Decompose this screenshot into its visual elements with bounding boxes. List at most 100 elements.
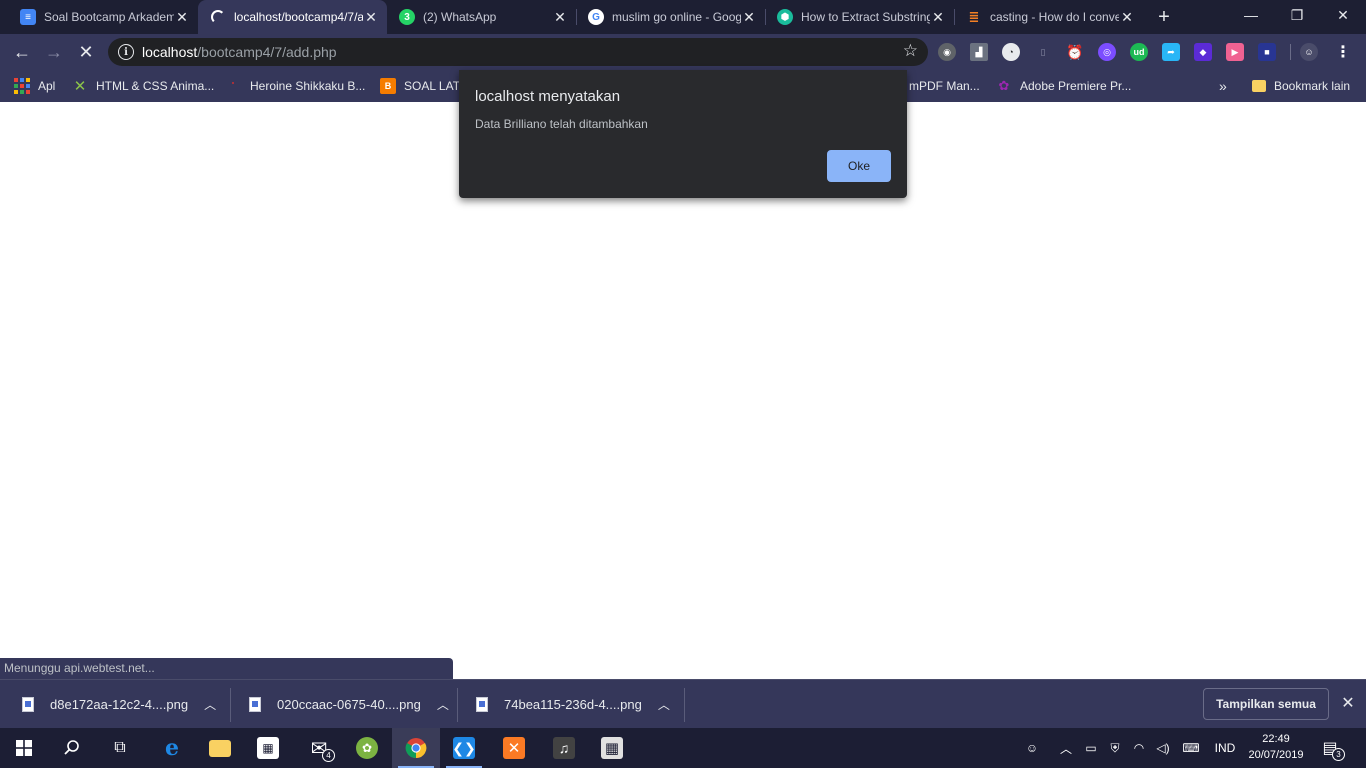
bookmark-other-folder[interactable]: Bookmark lain	[1246, 76, 1360, 96]
download-item[interactable]: 74bea115-236d-4....png ︿	[476, 680, 670, 729]
anime-site-icon: ﾟ	[232, 81, 236, 91]
taskbar-chrome[interactable]	[392, 728, 440, 768]
extension-bookmark-icon[interactable]: ▯	[1034, 43, 1052, 61]
close-icon[interactable]: ✕	[930, 9, 946, 25]
tab-title: (2) WhatsApp	[423, 10, 497, 24]
tray-expand-icon[interactable]: ︿	[1058, 738, 1074, 758]
stop-loading-button[interactable]: ✕	[74, 40, 98, 64]
chevron-up-icon[interactable]: ︿	[658, 696, 670, 713]
extension-circle-icon[interactable]: ◎	[1098, 43, 1116, 61]
taskbar-app-green[interactable]: ✿	[343, 728, 391, 768]
extension-gauge-icon[interactable]: ◔	[1002, 43, 1020, 61]
restore-button[interactable]: ❐	[1274, 0, 1320, 30]
people-icon[interactable]: ☺	[1022, 738, 1042, 758]
bookmark-heroine-shikkaku[interactable]: ﾟ Heroine Shikkaku B...	[226, 76, 365, 96]
close-icon[interactable]: ✕	[552, 9, 568, 25]
taskbar-edge[interactable]: e	[148, 728, 196, 768]
close-icon[interactable]: ✕	[174, 9, 190, 25]
search-button[interactable]	[48, 728, 96, 768]
menu-kebab-icon[interactable]: ⋮	[1334, 43, 1352, 61]
url-text[interactable]: localhost/bootcamp4/7/add.php	[142, 44, 337, 60]
defender-shield-icon[interactable]: ⛨	[1106, 738, 1124, 758]
site-info-icon[interactable]: i	[118, 44, 134, 60]
hexagon-site-icon: ⬢	[777, 9, 793, 25]
dialog-title: localhost menyatakan	[475, 88, 621, 105]
tab-whatsapp[interactable]: 3 (2) WhatsApp ✕	[387, 0, 576, 34]
download-item[interactable]: 020ccaac-0675-40....png ︿	[249, 680, 449, 729]
extension-share-icon[interactable]: ➦	[1162, 43, 1180, 61]
extension-alarm-icon[interactable]: ⏰	[1066, 43, 1084, 61]
bookmark-mpdf[interactable]: mPDF Man...	[909, 76, 980, 96]
taskbar-audio-app[interactable]: ♫	[540, 728, 588, 768]
wifi-icon[interactable]: ◠	[1130, 738, 1148, 758]
chevron-up-icon[interactable]: ︿	[437, 696, 449, 713]
input-language[interactable]: IND	[1210, 738, 1240, 758]
show-all-downloads-button[interactable]: Tampilkan semua	[1203, 688, 1329, 720]
tab-google-search[interactable]: G muslim go online - Google ✕	[576, 0, 765, 34]
extension-ud-icon[interactable]: ud	[1130, 43, 1148, 61]
volume-icon[interactable]: ◁)	[1154, 738, 1172, 758]
address-bar[interactable]: i localhost/bootcamp4/7/add.php ☆	[108, 38, 928, 66]
task-view-button[interactable]: ⧉	[96, 728, 144, 768]
chevron-double-right-icon: »	[1219, 78, 1227, 94]
google-docs-icon: ≡	[20, 9, 36, 25]
taskbar-file-explorer[interactable]	[196, 728, 244, 768]
taskbar-mail[interactable]: ✉ 4	[295, 728, 343, 768]
bookmark-label: mPDF Man...	[909, 79, 980, 93]
profile-avatar[interactable]: ☺	[1300, 43, 1318, 61]
extension-square-icon[interactable]: ■	[1258, 43, 1276, 61]
taskbar-store[interactable]: ▦	[244, 728, 292, 768]
system-clock[interactable]: 22:49 20/07/2019	[1244, 731, 1308, 763]
taskbar-vscode[interactable]: ❮❯	[440, 728, 488, 768]
taskbar-calculator[interactable]: ▦	[588, 728, 636, 768]
download-item[interactable]: d8e172aa-12c2-4....png ︿	[22, 680, 216, 729]
bookmark-star-icon[interactable]: ☆	[903, 41, 918, 61]
close-icon[interactable]: ✕	[1119, 9, 1135, 25]
action-center-button[interactable]: ▤ 3	[1318, 736, 1345, 761]
calculator-icon: ▦	[601, 737, 623, 759]
tab-localhost-add[interactable]: localhost/bootcamp4/7/add.php ✕	[198, 0, 387, 34]
forward-button[interactable]: →	[42, 40, 66, 64]
whatsapp-icon: 3	[399, 9, 415, 25]
bookmark-html-css[interactable]: ✕ HTML & CSS Anima...	[72, 76, 215, 96]
battery-icon[interactable]: ▭	[1082, 738, 1100, 758]
close-icon[interactable]: ✕	[1338, 693, 1358, 713]
image-file-icon	[22, 697, 34, 712]
keyboard-icon[interactable]: ⌨	[1178, 738, 1204, 758]
start-button[interactable]	[0, 728, 48, 768]
image-file-icon	[249, 697, 261, 712]
tab-soal-bootcamp[interactable]: ≡ Soal Bootcamp Arkademy ✕	[8, 0, 198, 34]
bookmark-apps[interactable]: Apl	[14, 76, 55, 96]
back-button[interactable]: ←	[10, 40, 34, 64]
bookmark-adobe-premiere[interactable]: ✿ Adobe Premiere Pr...	[996, 76, 1132, 96]
chevron-up-icon[interactable]: ︿	[204, 696, 216, 713]
extension-image-icon[interactable]: ▟	[970, 43, 988, 61]
minimize-button[interactable]: —	[1228, 0, 1274, 30]
tab-title: localhost/bootcamp4/7/add.php	[234, 10, 363, 24]
store-bag-icon: ▦	[257, 737, 279, 759]
google-icon: G	[588, 9, 604, 25]
close-icon[interactable]: ✕	[363, 9, 379, 25]
new-tab-button[interactable]: +	[1152, 5, 1176, 29]
extension-lightbulb-icon[interactable]: ◉	[938, 43, 956, 61]
window-close-button[interactable]: ✕	[1320, 0, 1366, 30]
tab-extract-substring[interactable]: ⬢ How to Extract Substring ✕	[765, 0, 954, 34]
close-icon[interactable]: ✕	[741, 9, 757, 25]
bookmark-label: Apl	[38, 79, 56, 93]
bookmark-label: HTML & CSS Anima...	[96, 79, 215, 93]
tab-stackoverflow-casting[interactable]: ≣ casting - How do I convert ✕	[954, 0, 1143, 34]
download-separator	[230, 688, 231, 722]
image-file-icon	[476, 697, 488, 712]
extension-cube-icon[interactable]: ◆	[1194, 43, 1212, 61]
taskbar-xampp[interactable]: ✕	[490, 728, 538, 768]
bookmark-label: SOAL LATI	[404, 79, 464, 93]
bookmarks-overflow-button[interactable]: »	[1219, 76, 1227, 96]
blogger-icon: B	[380, 78, 396, 94]
ok-button[interactable]: Oke	[827, 150, 891, 182]
windows-taskbar: ⧉ e ▦ ✉ 4 ✿ ❮❯ ✕ ♫ ▦ ☺ ︿ ▭ ⛨ ◠ ◁) ⌨ IND …	[0, 728, 1366, 768]
bookmark-soal-latihan[interactable]: B SOAL LATI	[380, 76, 463, 96]
download-filename: 74bea115-236d-4....png	[504, 697, 642, 712]
loading-spinner-icon	[210, 9, 226, 25]
folder-icon	[209, 739, 231, 757]
extension-play-icon[interactable]: ▶	[1226, 43, 1244, 61]
